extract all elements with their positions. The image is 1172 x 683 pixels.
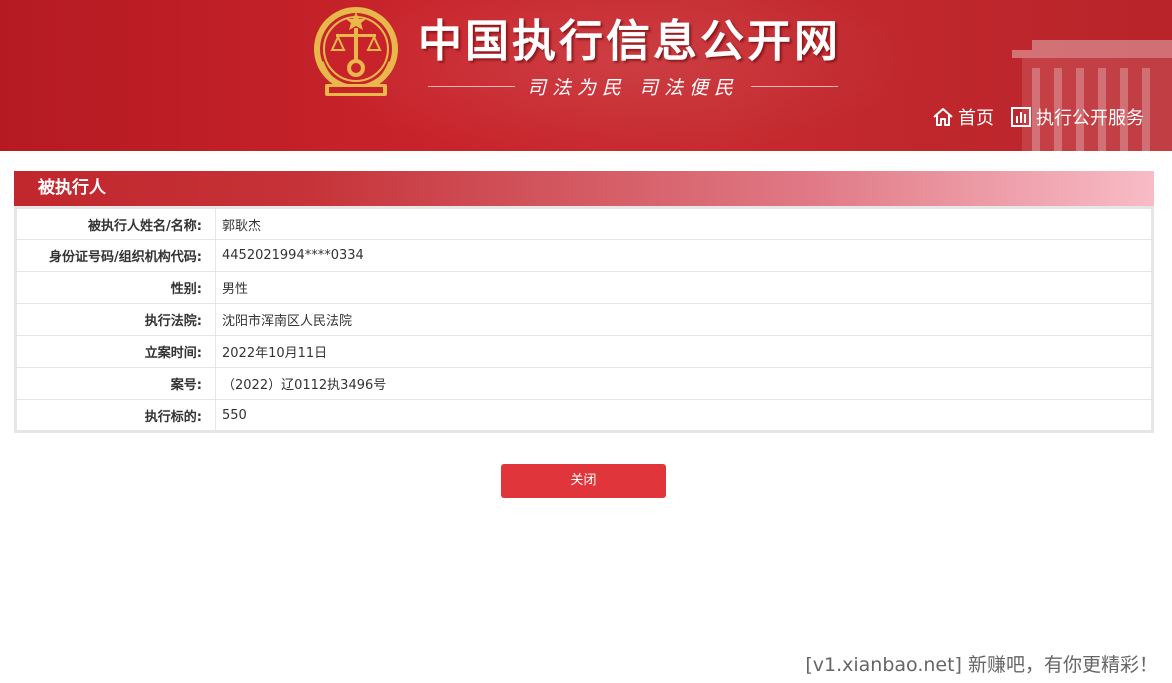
site-title: 中国执行信息公开网	[418, 16, 841, 67]
row-label: 执行法院:	[15, 303, 216, 336]
row-label: 性别:	[15, 271, 216, 304]
building-illustration	[1012, 40, 1172, 151]
close-button[interactable]: 关闭	[501, 464, 666, 498]
row-value: 2022年10月11日	[215, 335, 1153, 368]
row-value: 男性	[215, 271, 1153, 304]
panel-title: 被执行人	[38, 178, 106, 198]
row-label: 身份证号码/组织机构代码:	[15, 239, 216, 272]
nav-service-link[interactable]: 执行公开服务	[1010, 104, 1144, 130]
slogan-divider-right	[751, 85, 839, 87]
row-value: 郭耿杰	[215, 207, 1153, 240]
panel-header: 被执行人	[14, 171, 1154, 206]
row-label: 被执行人姓名/名称:	[15, 207, 216, 240]
row-value: 550	[215, 399, 1153, 432]
slogan-divider-left	[428, 85, 515, 87]
row-value: （2022）辽0112执3496号	[215, 367, 1153, 400]
row-label: 执行标的:	[15, 399, 216, 432]
court-emblem-icon	[314, 7, 398, 96]
table-row: 被执行人姓名/名称: 郭耿杰	[15, 207, 1153, 240]
row-label: 案号:	[15, 367, 216, 400]
table-row: 执行法院: 沈阳市浑南区人民法院	[15, 303, 1153, 336]
table-row: 案号: （2022）辽0112执3496号	[15, 367, 1153, 400]
nav-service-label: 执行公开服务	[1036, 108, 1144, 129]
home-icon	[933, 108, 953, 126]
bar-chart-icon	[1011, 107, 1031, 127]
row-label: 立案时间:	[15, 335, 216, 368]
table-row: 立案时间: 2022年10月11日	[15, 335, 1153, 368]
row-value: 4452021994****0334	[215, 239, 1153, 272]
nav-home-label: 首页	[958, 108, 994, 129]
slogan-text: 司法为民 司法便民	[526, 76, 740, 99]
executee-info-table: 被执行人姓名/名称: 郭耿杰 身份证号码/组织机构代码: 4452021994*…	[14, 206, 1154, 433]
row-value: 沈阳市浑南区人民法院	[215, 303, 1153, 336]
nav-home-link[interactable]: 首页	[932, 104, 994, 130]
table-row: 身份证号码/组织机构代码: 4452021994****0334	[15, 239, 1153, 272]
site-header: 中国执行信息公开网 司法为民 司法便民 首页 执行公开服务	[0, 0, 1172, 151]
table-row: 执行标的: 550	[15, 399, 1153, 432]
watermark-text: [v1.xianbao.net] 新赚吧，有你更精彩！	[805, 654, 1158, 676]
table-row: 性别: 男性	[15, 271, 1153, 304]
site-slogan: 司法为民 司法便民	[428, 74, 839, 99]
